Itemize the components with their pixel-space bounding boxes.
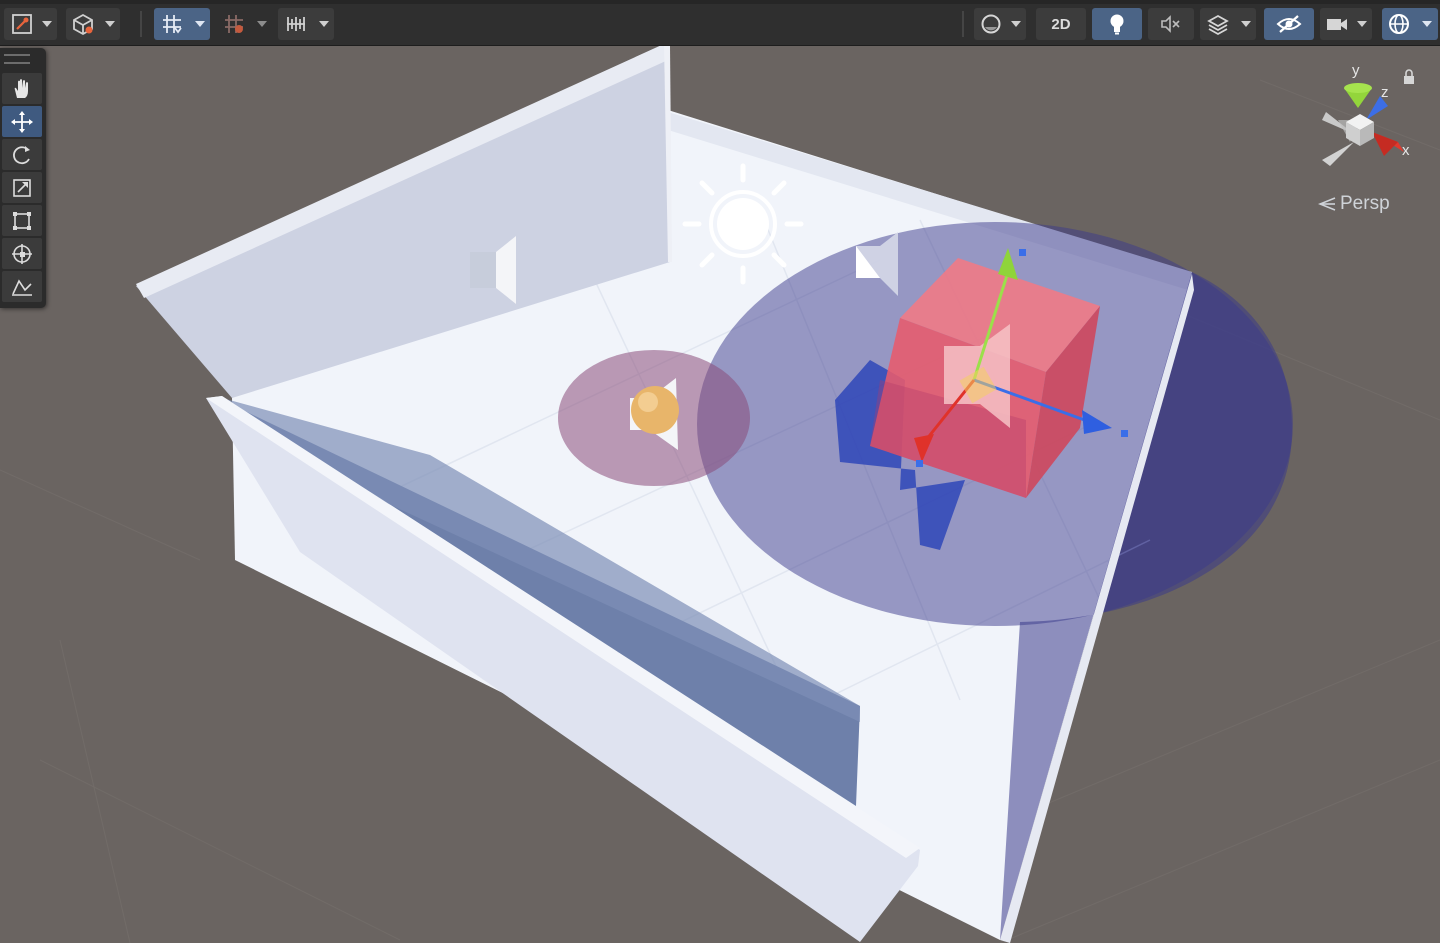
hand-icon bbox=[14, 78, 28, 98]
palette-grip[interactable] bbox=[4, 54, 30, 64]
gizmo-z-label: z bbox=[1381, 84, 1389, 101]
snap-settings-button[interactable] bbox=[278, 8, 314, 40]
scene-visibility-button[interactable] bbox=[1264, 8, 1314, 40]
chevron-down-icon bbox=[1241, 21, 1251, 27]
custom-tool-icon bbox=[12, 278, 32, 296]
chevron-down-icon bbox=[1422, 21, 1432, 27]
gizmo-y-label: y bbox=[1352, 62, 1360, 79]
effects-dropdown[interactable] bbox=[1236, 8, 1256, 40]
gizmos-dropdown[interactable] bbox=[1416, 8, 1438, 40]
draw-mode-dropdown[interactable] bbox=[37, 8, 57, 40]
chevron-down-icon bbox=[319, 21, 329, 27]
chevron-down-icon bbox=[42, 21, 52, 27]
gizmo-globe-icon bbox=[1389, 14, 1409, 34]
audio-mute-icon bbox=[1161, 15, 1180, 33]
scale-tool-button[interactable] bbox=[2, 172, 42, 203]
camera-button[interactable] bbox=[1320, 8, 1354, 40]
custom-tool-button[interactable] bbox=[2, 271, 42, 302]
camera-icon bbox=[1327, 19, 1347, 30]
rotate-tool-button[interactable] bbox=[2, 139, 42, 170]
chevron-down-icon bbox=[257, 21, 267, 27]
2d-toggle-button[interactable]: 2D bbox=[1036, 8, 1086, 40]
view-tool-button[interactable] bbox=[2, 73, 42, 104]
perspective-icon bbox=[1318, 197, 1336, 211]
move-arrows-icon bbox=[11, 110, 33, 133]
grid-snap-dropdown[interactable] bbox=[190, 8, 210, 40]
shading-mode-button[interactable] bbox=[974, 8, 1008, 40]
rotate-icon bbox=[13, 145, 30, 164]
move-tool-button[interactable] bbox=[2, 106, 42, 137]
chevron-down-icon bbox=[1357, 21, 1367, 27]
rect-transform-icon bbox=[13, 211, 31, 230]
chevron-down-icon bbox=[195, 21, 205, 27]
hidden-eye-icon bbox=[1276, 15, 1302, 33]
scene-view[interactable]: 2D y z x Persp bbox=[0, 0, 1440, 943]
cube-icon bbox=[73, 13, 93, 36]
projection-toggle[interactable]: Persp bbox=[1318, 193, 1390, 215]
scene-viewport[interactable] bbox=[0, 0, 1440, 943]
gizmos-button[interactable] bbox=[1382, 8, 1416, 40]
scene-toolbar: 2D bbox=[0, 0, 1440, 46]
increment-snap-icon bbox=[225, 15, 243, 33]
sphere-icon bbox=[981, 14, 1001, 34]
snap-settings-dropdown[interactable] bbox=[314, 8, 334, 40]
grid-snap-button[interactable] bbox=[154, 8, 190, 40]
shading-mode-dropdown[interactable] bbox=[1006, 8, 1026, 40]
audio-toggle-button[interactable] bbox=[1148, 8, 1194, 40]
transform-tool-button[interactable] bbox=[2, 238, 42, 269]
gizmo-x-label: x bbox=[1402, 142, 1410, 159]
2d-label: 2D bbox=[1051, 15, 1071, 33]
increment-snap-dropdown[interactable] bbox=[252, 8, 272, 40]
tools-palette bbox=[0, 48, 46, 308]
rect-tool-button[interactable] bbox=[2, 205, 42, 236]
increment-snap-button[interactable] bbox=[216, 8, 252, 40]
draw-mode-button[interactable] bbox=[4, 8, 40, 40]
chevron-down-icon bbox=[105, 21, 115, 27]
projection-label: Persp bbox=[1340, 193, 1390, 214]
render-layers-dropdown[interactable] bbox=[100, 8, 120, 40]
grid-snap-icon bbox=[163, 15, 182, 34]
lighting-toggle-button[interactable] bbox=[1092, 8, 1142, 40]
layers-icon bbox=[1207, 14, 1229, 36]
ruler-icon bbox=[287, 17, 305, 31]
effects-button[interactable] bbox=[1200, 8, 1236, 40]
lightbulb-icon bbox=[1110, 14, 1124, 35]
render-layers-button[interactable] bbox=[66, 8, 100, 40]
lock-icon[interactable] bbox=[1404, 69, 1414, 84]
camera-dropdown[interactable] bbox=[1352, 8, 1372, 40]
scale-icon bbox=[13, 178, 31, 197]
transform-icon bbox=[12, 243, 32, 264]
chevron-down-icon bbox=[1011, 21, 1021, 27]
draw-mode-icon bbox=[12, 14, 32, 34]
